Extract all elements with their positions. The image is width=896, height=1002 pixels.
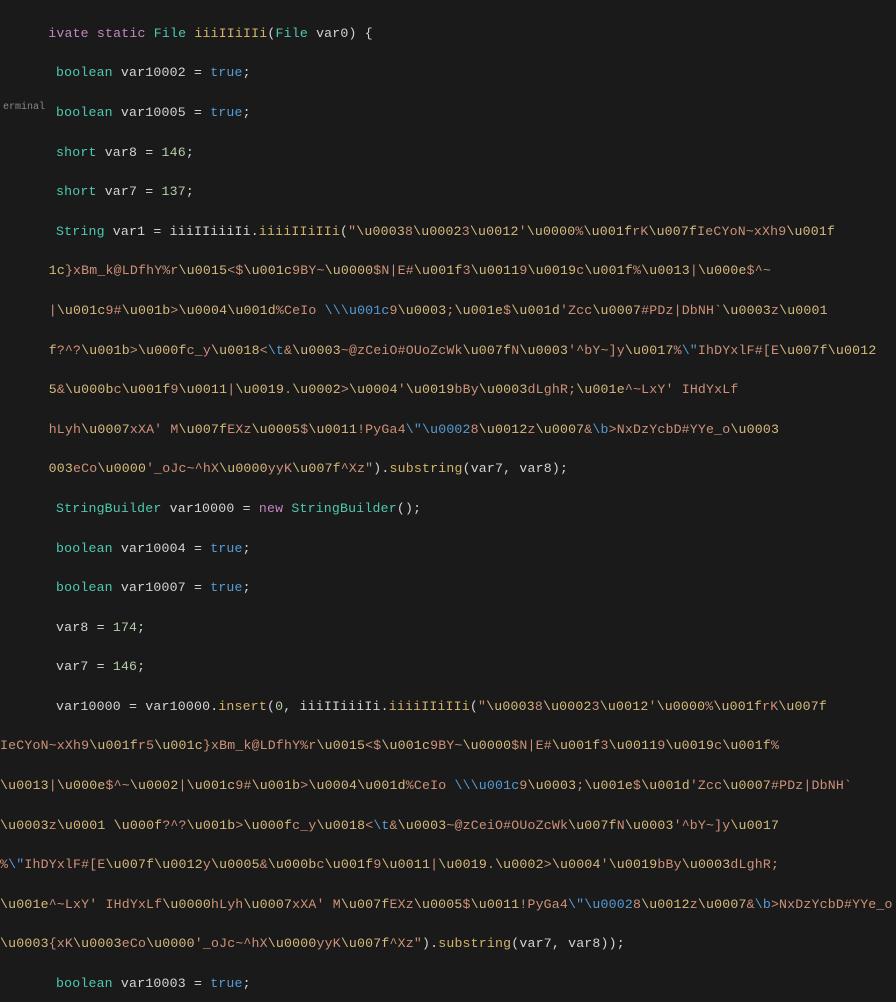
terminal-tab-label[interactable]: erminal [3, 100, 45, 115]
code-line: boolean var10003 = true; [0, 974, 893, 994]
code-line: \u0002|\u001c9#\u001b>\u0004\u001d%CeIo … [0, 301, 893, 321]
code-line: boolean var10004 = true; [0, 539, 893, 559]
code-line: short var8 = 146; [0, 143, 893, 163]
code-line: \u0003{xK\u0003eCo\u0000'_oJc~^hX\u0000y… [0, 934, 893, 954]
code-line: boolean var10005 = true; [0, 103, 893, 123]
code-line: \u0000hLyh\u0007xXA' M\u007fEXz\u0005$\u… [0, 420, 893, 440]
code-line: var8 = 174; [0, 618, 893, 638]
code-line: StringBuilder var10000 = new StringBuild… [0, 499, 893, 519]
code-line: var7 = 146; [0, 657, 893, 677]
code-line: boolean var10007 = true; [0, 578, 893, 598]
code-line: \u0013|\u000e$^~\u0002|\u001c9#\u001b>\u… [0, 776, 893, 796]
code-line: {xK\u0003eCo\u0000'_oJc~^hX\u0000yyK\u00… [0, 459, 893, 479]
code-editor[interactable]: private static File iiiIIiIIi(File var0)… [0, 0, 893, 1002]
code-line: y\u0005&\u000bc\u001f9\u0011|\u0019.\u00… [0, 380, 893, 400]
code-line: \u000f?^?\u001b>\u000fc_y\u0018<\t&\u000… [0, 341, 893, 361]
code-line: r5\u001c}xBm_k@LDfhY%r\u0015<$\u001c9BY~… [0, 261, 893, 281]
code-line: \u0003z\u0001 \u000f?^?\u001b>\u000fc_y\… [0, 816, 893, 836]
code-line: short var7 = 137; [0, 182, 893, 202]
code-line: %\"IhDYxlF#[E\u007f\u0012y\u0005&\u000bc… [0, 855, 893, 875]
code-line: private static File iiiIIiIIi(File var0)… [0, 24, 893, 44]
code-line: IeCYoN~xXh9\u001fr5\u001c}xBm_k@LDfhY%r\… [0, 736, 893, 756]
code-line: var10000 = var10000.insert(0, iiiIIiiiIi… [0, 697, 893, 717]
code-line: String var1 = iiiIIiiiIi.iiiiIIiIIi("\u0… [0, 222, 893, 242]
code-line: \u001e^~LxY' IHdYxLf\u0000hLyh\u0007xXA'… [0, 895, 893, 915]
activity-bar: erminal [0, 0, 48, 501]
code-line: boolean var10002 = true; [0, 63, 893, 83]
